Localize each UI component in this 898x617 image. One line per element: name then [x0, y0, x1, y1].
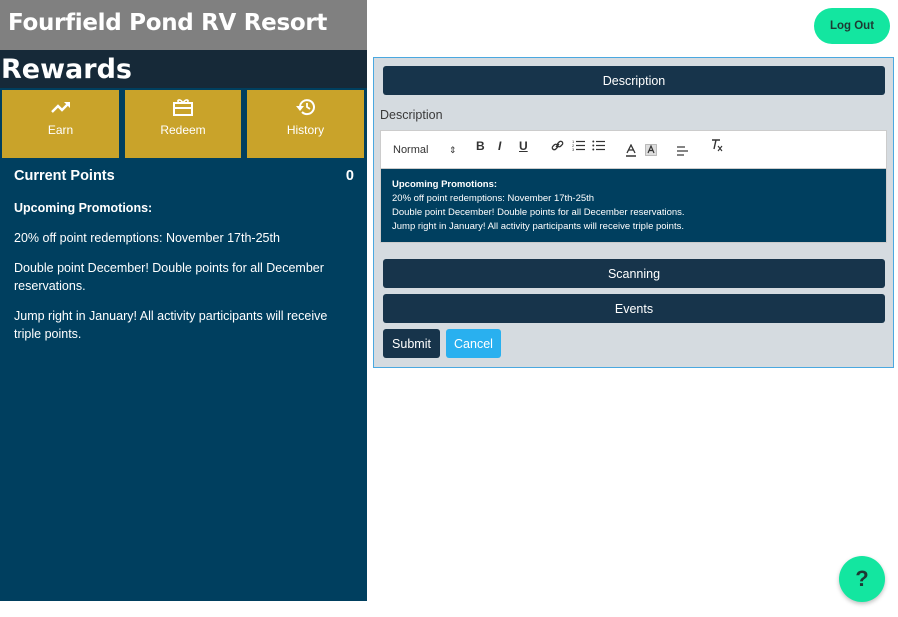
- bold-button[interactable]: B: [476, 139, 485, 153]
- text-color-icon[interactable]: [625, 143, 637, 160]
- ordered-list-icon[interactable]: 123: [572, 139, 585, 154]
- promotion-item: Double point December! Double points for…: [14, 261, 324, 293]
- history-icon: [247, 97, 364, 119]
- format-select-value: Normal: [393, 144, 429, 156]
- clear-formatting-icon[interactable]: [710, 138, 724, 155]
- promotion-item: 20% off point redemptions: November 17th…: [14, 231, 280, 245]
- description-field-label: Description: [380, 108, 443, 122]
- trending-up-icon: [2, 97, 119, 119]
- promotions-heading: Upcoming Promotions:: [14, 201, 153, 215]
- redeem-label: Redeem: [160, 123, 206, 137]
- editor-line: Double point December! Double points for…: [392, 207, 685, 218]
- editor-panel: Description Description Normal ⇕ B I U 1…: [373, 57, 894, 368]
- align-icon[interactable]: [677, 145, 689, 159]
- events-section-header[interactable]: Events: [383, 294, 885, 323]
- svg-text:3: 3: [572, 147, 575, 151]
- rich-text-toolbar: Normal ⇕ B I U 123: [380, 130, 887, 168]
- resort-title: Fourfield Pond RV Resort: [8, 10, 328, 36]
- history-tile[interactable]: History: [247, 90, 364, 158]
- cancel-button[interactable]: Cancel: [446, 329, 501, 358]
- editor-line: Jump right in January! All activity part…: [392, 221, 684, 232]
- background-color-icon[interactable]: [645, 144, 657, 160]
- redeem-tile[interactable]: Redeem: [125, 90, 241, 158]
- description-section-header[interactable]: Description: [383, 66, 885, 95]
- gift-icon: [125, 97, 241, 119]
- submit-button[interactable]: Submit: [383, 329, 440, 358]
- bullet-list-icon[interactable]: [592, 139, 605, 154]
- current-points-value: 0: [345, 168, 354, 184]
- current-points-label: Current Points: [14, 168, 115, 184]
- select-arrows-icon: ⇕: [449, 145, 457, 155]
- scanning-section-header[interactable]: Scanning: [383, 259, 885, 288]
- logout-button[interactable]: Log Out: [814, 8, 890, 44]
- earn-tile[interactable]: Earn: [2, 90, 119, 158]
- underline-button[interactable]: U: [519, 139, 528, 153]
- description-editor[interactable]: Upcoming Promotions: 20% off point redem…: [380, 168, 887, 243]
- link-icon[interactable]: [551, 139, 564, 155]
- format-select[interactable]: Normal ⇕: [393, 143, 457, 157]
- earn-label: Earn: [47, 123, 74, 137]
- history-label: History: [286, 123, 325, 137]
- italic-button[interactable]: I: [498, 139, 501, 153]
- promotion-item: Jump right in January! All activity part…: [14, 309, 328, 341]
- rewards-sidebar: Fourfield Pond RV Resort Rewards Earn Re…: [0, 0, 367, 601]
- editor-line: 20% off point redemptions: November 17th…: [392, 193, 595, 204]
- rewards-title: Rewards: [1, 54, 132, 85]
- editor-heading: Upcoming Promotions:: [392, 179, 498, 190]
- help-button[interactable]: ?: [839, 556, 885, 602]
